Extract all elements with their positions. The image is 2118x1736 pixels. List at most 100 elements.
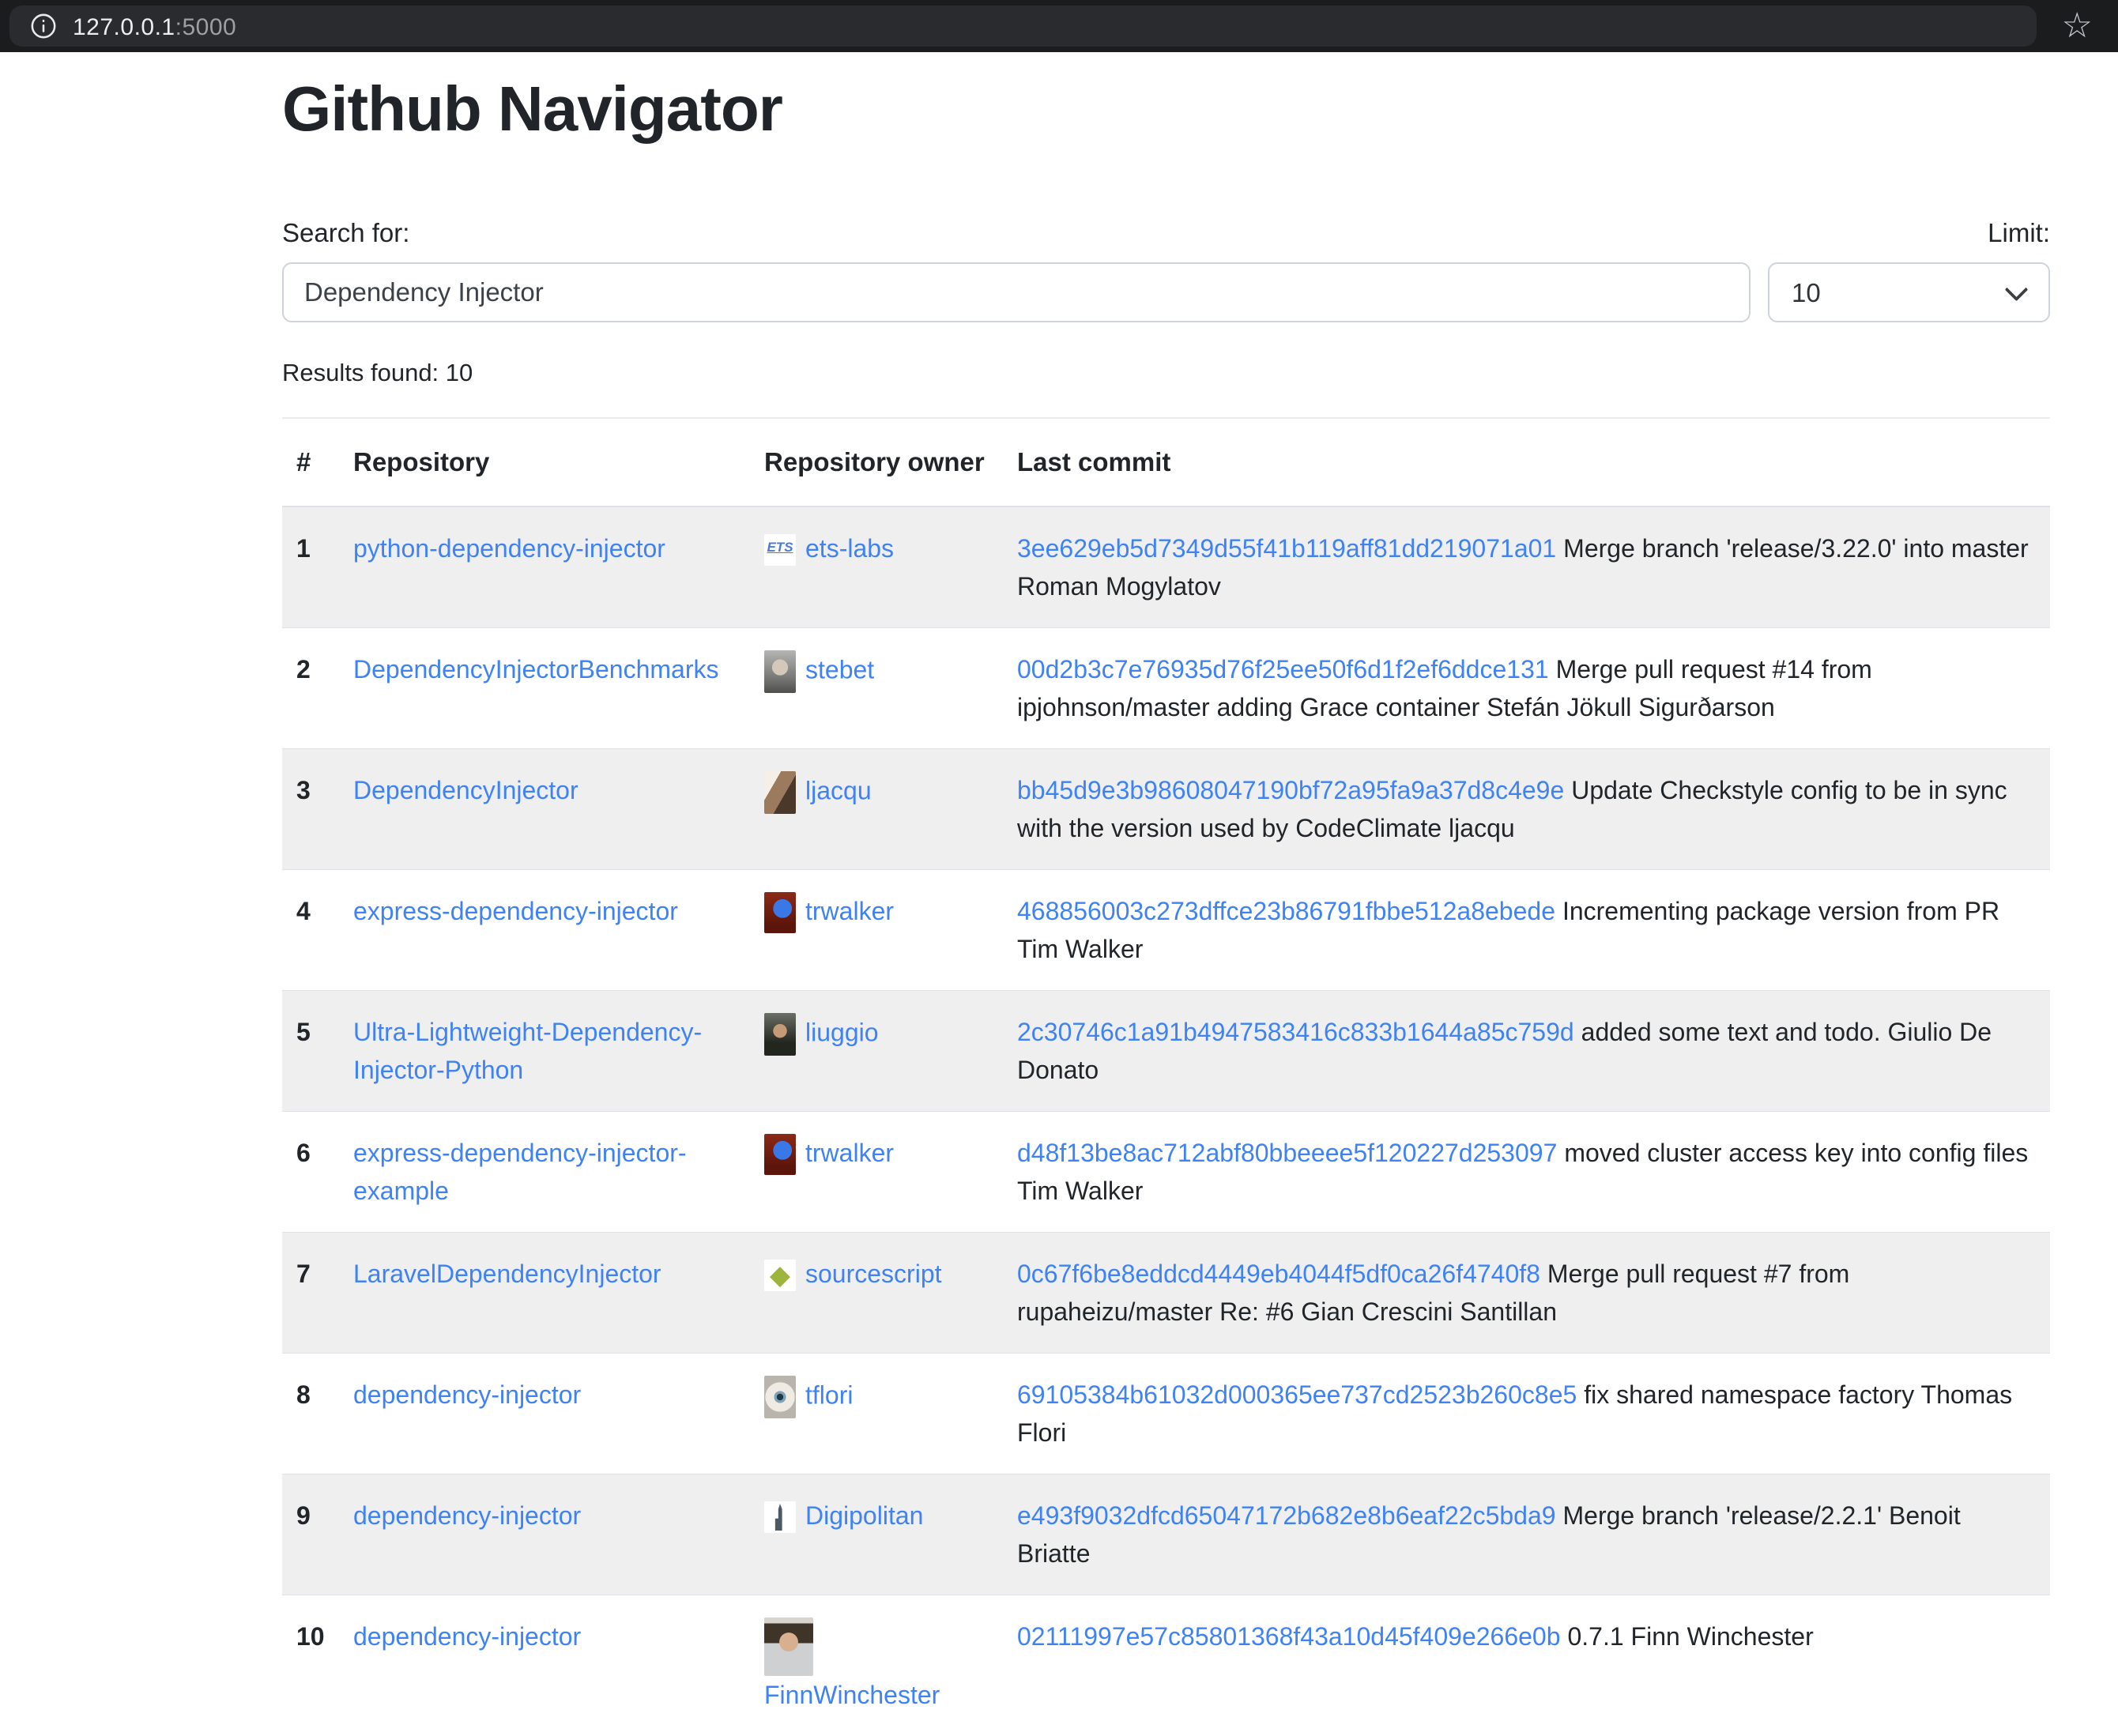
repo-link[interactable]: DependencyInjector xyxy=(353,776,578,804)
browser-toolbar: 127.0.0.1:5000 ☆ xyxy=(0,0,2118,52)
owner-link[interactable]: trwalker xyxy=(805,1139,894,1167)
commit-hash-link[interactable]: e493f9032dfcd65047172b682e8b6eaf22c5bda9 xyxy=(1017,1501,1556,1530)
row-rank: 4 xyxy=(282,869,353,990)
owner-avatar[interactable] xyxy=(764,771,796,814)
commit-hash-link[interactable]: d48f13be8ac712abf80bbeeee5f120227d253097 xyxy=(1017,1139,1557,1167)
repo-cell: dependency-injector xyxy=(353,1474,764,1595)
form-controls-row: 10 xyxy=(282,262,2050,322)
commit-hash-link[interactable]: bb45d9e3b98608047190bf72a95fa9a37d8c4e9e xyxy=(1017,776,1564,804)
limit-label: Limit: xyxy=(1988,218,2050,248)
row-rank: 6 xyxy=(282,1111,353,1232)
commit-cell: 00d2b3c7e76935d76f25ee50f6d1f2ef6ddce131… xyxy=(1017,627,2050,748)
col-header-rank: # xyxy=(282,419,353,506)
owner-avatar[interactable] xyxy=(764,1376,796,1418)
repo-link[interactable]: dependency-injector xyxy=(353,1501,581,1530)
commit-cell: 3ee629eb5d7349d55f41b119aff81dd219071a01… xyxy=(1017,506,2050,628)
commit-hash-link[interactable]: 02111997e57c85801368f43a10d45f409e266e0b xyxy=(1017,1622,1561,1651)
owner-link[interactable]: trwalker xyxy=(805,897,894,925)
owner-avatar[interactable] xyxy=(764,1260,796,1291)
table-row: 10 dependency-injector FinnWinchester 02… xyxy=(282,1595,2050,1736)
repo-link[interactable]: Ultra-Lightweight-Dependency-Injector-Py… xyxy=(353,1018,702,1084)
owner-cell: stebet xyxy=(764,627,1017,748)
owner-link[interactable]: ets-labs xyxy=(805,534,894,563)
address-bar[interactable]: 127.0.0.1:5000 xyxy=(9,6,2037,47)
commit-cell: bb45d9e3b98608047190bf72a95fa9a37d8c4e9e… xyxy=(1017,748,2050,869)
commit-cell: 69105384b61032d000365ee737cd2523b260c8e5… xyxy=(1017,1353,2050,1474)
owner-avatar[interactable] xyxy=(764,1617,813,1676)
col-header-repo: Repository xyxy=(353,419,764,506)
limit-select-wrap: 10 xyxy=(1768,262,2050,322)
url-port: :5000 xyxy=(175,14,237,40)
col-header-owner: Repository owner xyxy=(764,419,1017,506)
commit-message: 0.7.1 Finn Winchester xyxy=(1567,1622,1813,1651)
page-info-icon[interactable] xyxy=(30,13,57,40)
table-row: 3 DependencyInjector ljacqu bb45d9e3b986… xyxy=(282,748,2050,869)
repo-cell: express-dependency-injector xyxy=(353,869,764,990)
table-row: 9 dependency-injector Digipolitan e493f9… xyxy=(282,1474,2050,1595)
commit-hash-link[interactable]: 69105384b61032d000365ee737cd2523b260c8e5 xyxy=(1017,1380,1577,1409)
owner-link[interactable]: liuggio xyxy=(805,1018,879,1046)
owner-link[interactable]: sourcescript xyxy=(805,1260,942,1288)
owner-link[interactable]: FinnWinchester xyxy=(764,1681,940,1709)
repo-link[interactable]: dependency-injector xyxy=(353,1380,581,1409)
owner-avatar[interactable] xyxy=(764,650,796,693)
commit-hash-link[interactable]: 0c67f6be8eddcd4449eb4044f5df0ca26f4740f8 xyxy=(1017,1260,1540,1288)
owner-avatar[interactable] xyxy=(764,534,796,566)
row-rank: 10 xyxy=(282,1595,353,1736)
search-input[interactable] xyxy=(282,262,1751,322)
table-row: 2 DependencyInjectorBenchmarks stebet 00… xyxy=(282,627,2050,748)
row-rank: 8 xyxy=(282,1353,353,1474)
owner-avatar[interactable] xyxy=(764,1134,796,1175)
row-rank: 1 xyxy=(282,506,353,628)
commit-hash-link[interactable]: 00d2b3c7e76935d76f25ee50f6d1f2ef6ddce131 xyxy=(1017,655,1549,683)
page-title: Github Navigator xyxy=(282,73,2050,145)
repo-link[interactable]: LaravelDependencyInjector xyxy=(353,1260,661,1288)
owner-link[interactable]: tflori xyxy=(805,1380,853,1409)
repo-cell: express-dependency-injector-example xyxy=(353,1111,764,1232)
repo-link[interactable]: express-dependency-injector xyxy=(353,897,678,925)
repo-cell: dependency-injector xyxy=(353,1595,764,1736)
owner-cell: FinnWinchester xyxy=(764,1595,1017,1736)
url-text: 127.0.0.1:5000 xyxy=(73,12,236,41)
owner-cell: trwalker xyxy=(764,1111,1017,1232)
owner-avatar[interactable] xyxy=(764,892,796,933)
table-row: 4 express-dependency-injector trwalker 4… xyxy=(282,869,2050,990)
commit-cell: e493f9032dfcd65047172b682e8b6eaf22c5bda9… xyxy=(1017,1474,2050,1595)
bookmark-star-icon[interactable]: ☆ xyxy=(2057,8,2097,44)
owner-link[interactable]: stebet xyxy=(805,655,874,683)
header-row: # Repository Repository owner Last commi… xyxy=(282,419,2050,506)
owner-cell: ets-labs xyxy=(764,506,1017,628)
repo-cell: python-dependency-injector xyxy=(353,506,764,628)
owner-link[interactable]: ljacqu xyxy=(805,776,872,804)
row-rank: 7 xyxy=(282,1232,353,1353)
owner-cell: liuggio xyxy=(764,990,1017,1111)
repo-link[interactable]: python-dependency-injector xyxy=(353,534,665,563)
commit-hash-link[interactable]: 468856003c273dffce23b86791fbbe512a8ebede xyxy=(1017,897,1555,925)
table-row: 5 Ultra-Lightweight-Dependency-Injector-… xyxy=(282,990,2050,1111)
owner-cell: Digipolitan xyxy=(764,1474,1017,1595)
table-row: 1 python-dependency-injector ets-labs 3e… xyxy=(282,506,2050,628)
owner-link[interactable]: Digipolitan xyxy=(805,1501,923,1530)
commit-cell: 468856003c273dffce23b86791fbbe512a8ebede… xyxy=(1017,869,2050,990)
repo-link[interactable]: dependency-injector xyxy=(353,1622,581,1651)
commit-cell: 0c67f6be8eddcd4449eb4044f5df0ca26f4740f8… xyxy=(1017,1232,2050,1353)
page-container: Github Navigator Search for: Limit: 10 R… xyxy=(282,52,2050,1736)
repo-cell: dependency-injector xyxy=(353,1353,764,1474)
commit-cell: d48f13be8ac712abf80bbeeee5f120227d253097… xyxy=(1017,1111,2050,1232)
owner-cell: sourcescript xyxy=(764,1232,1017,1353)
repo-link[interactable]: express-dependency-injector-example xyxy=(353,1139,687,1205)
col-header-commit: Last commit xyxy=(1017,419,2050,506)
commit-cell: 2c30746c1a91b4947583416c833b1644a85c759d… xyxy=(1017,990,2050,1111)
commit-hash-link[interactable]: 3ee629eb5d7349d55f41b119aff81dd219071a01 xyxy=(1017,534,1556,563)
row-rank: 2 xyxy=(282,627,353,748)
owner-avatar[interactable] xyxy=(764,1013,796,1056)
repo-link[interactable]: DependencyInjectorBenchmarks xyxy=(353,655,718,683)
commit-hash-link[interactable]: 2c30746c1a91b4947583416c833b1644a85c759d xyxy=(1017,1018,1574,1046)
owner-cell: ljacqu xyxy=(764,748,1017,869)
table-row: 8 dependency-injector tflori 69105384b61… xyxy=(282,1353,2050,1474)
limit-select[interactable]: 10 xyxy=(1768,262,2050,322)
repo-cell: DependencyInjectorBenchmarks xyxy=(353,627,764,748)
owner-avatar[interactable] xyxy=(764,1501,796,1533)
repo-cell: DependencyInjector xyxy=(353,748,764,869)
row-rank: 5 xyxy=(282,990,353,1111)
